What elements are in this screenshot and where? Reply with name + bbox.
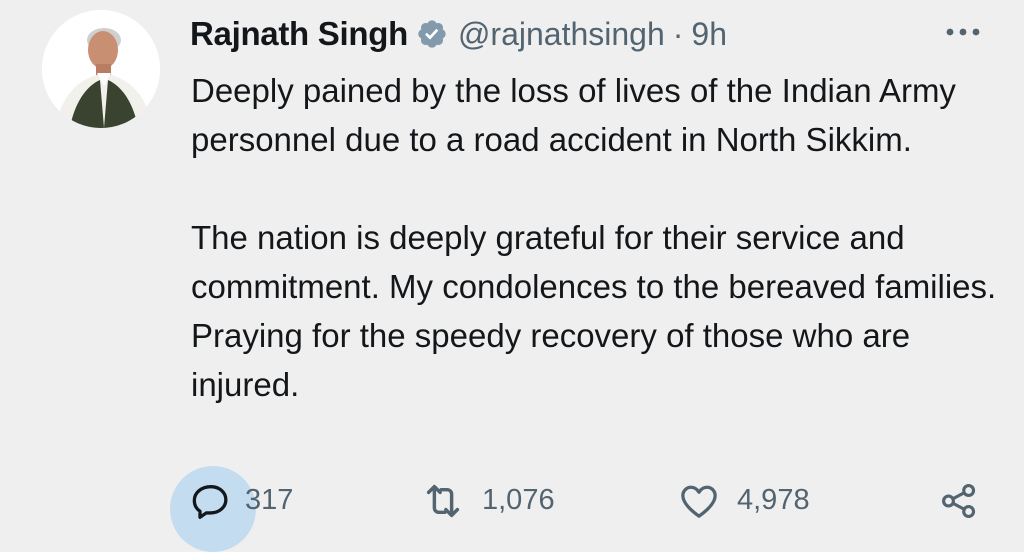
tweet-header: Rajnath Singh @rajnathsingh · 9h <box>190 10 727 58</box>
tweet-paragraph: The nation is deeply grateful for their … <box>191 219 997 403</box>
verified-badge-icon <box>416 18 448 50</box>
avatar[interactable] <box>42 10 160 128</box>
tweet-text: Deeply pained by the loss of lives of th… <box>191 66 1001 409</box>
share-button[interactable] <box>938 470 980 531</box>
retweet-icon <box>420 478 466 524</box>
retweet-count: 1,076 <box>482 484 555 516</box>
reply-icon <box>189 479 233 523</box>
author-name[interactable]: Rajnath Singh <box>190 15 408 53</box>
reply-count: 317 <box>245 484 294 516</box>
like-count: 4,978 <box>737 484 810 516</box>
author-handle[interactable]: @rajnathsingh <box>458 16 665 53</box>
share-icon <box>938 480 980 522</box>
avatar-image <box>42 10 160 128</box>
heart-icon <box>677 479 721 523</box>
reply-button[interactable]: 317 <box>189 470 293 531</box>
more-icon[interactable] <box>944 22 984 42</box>
retweet-button[interactable]: 1,076 <box>420 470 555 531</box>
tweet-actions: 317 1,076 4,978 <box>0 470 1024 531</box>
like-button[interactable]: 4,978 <box>677 470 810 531</box>
tweet-card[interactable]: Rajnath Singh @rajnathsingh · 9h Deeply … <box>0 0 1024 552</box>
tweet-paragraph: Deeply pained by the loss of lives of th… <box>191 72 956 158</box>
tweet-timestamp[interactable]: 9h <box>691 16 727 53</box>
separator-dot: · <box>672 15 684 52</box>
